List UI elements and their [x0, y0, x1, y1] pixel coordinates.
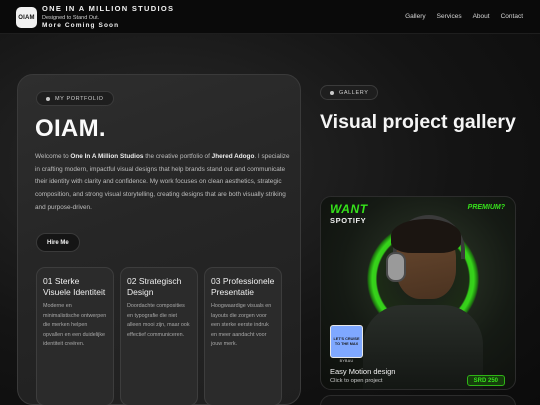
feature-title: 02 Strategisch Design: [127, 276, 182, 297]
intro-studio-name: One In A Million Studios: [70, 153, 144, 160]
intro-paragraph: Welcome to One In A Million Studios the …: [35, 151, 290, 215]
feature-title: 01 Sterke Visuele Identiteit: [43, 276, 106, 297]
poster-spotify-text: SPOTIFY: [330, 216, 367, 225]
badge-dot-icon: [46, 96, 50, 101]
poster-want-text: WANT: [330, 202, 368, 216]
badge-dot-icon: [330, 90, 334, 95]
main-nav: Gallery Services About Contact: [405, 13, 523, 20]
nav-contact[interactable]: Contact: [501, 13, 523, 20]
feature-description: Doordachte composities en typografie die…: [127, 303, 190, 338]
album-cover-graphic: LET'S CRUISE TO THE MAX: [330, 325, 363, 358]
portfolio-card: MY PORTFOLIO OIAM. Welcome to One In A M…: [17, 74, 301, 405]
hire-me-button[interactable]: Hire Me: [36, 233, 80, 252]
intro-mid: the creative portfolio of: [143, 153, 212, 160]
top-navigation-bar: OIAM ONE IN A MILLION STUDIOS Designed t…: [0, 0, 540, 34]
headphone-icon: [386, 252, 406, 282]
gallery-badge: GALLERY: [320, 85, 379, 100]
portfolio-badge-label: MY PORTFOLIO: [55, 95, 104, 102]
brand-block: ONE IN A MILLION STUDIOS Designed to Sta…: [42, 5, 174, 30]
brand-title: ONE IN A MILLION STUDIOS: [42, 4, 175, 13]
gallery-next-card[interactable]: [320, 395, 516, 405]
price-badge: SRD 250: [466, 375, 505, 386]
portrait-hair-graphic: [391, 219, 461, 253]
gallery-project-card[interactable]: WANT SPOTIFY PREMIUM? LET'S CRUISE TO TH…: [320, 196, 516, 390]
portfolio-badge: MY PORTFOLIO: [36, 91, 114, 106]
feature-card-presentation: 03 Professionele Presentatie Hoogwaardig…: [204, 267, 282, 405]
studio-logo[interactable]: OIAM: [16, 7, 37, 28]
project-name: Easy Motion design: [330, 367, 396, 376]
feature-description: Moderne en minimalistische ontwerpen die…: [43, 303, 107, 347]
nav-about[interactable]: About: [473, 13, 490, 20]
intro-prefix: Welcome to: [35, 153, 71, 160]
gallery-title: Visual project gallery: [320, 111, 516, 133]
nav-gallery[interactable]: Gallery: [405, 13, 426, 20]
open-project-hint[interactable]: Click to open project: [330, 378, 383, 384]
feature-description: Hoogwaardige visuals en layouts die zorg…: [211, 303, 272, 347]
feature-card-strategy: 02 Strategisch Design Doordachte composi…: [120, 267, 198, 405]
gallery-badge-label: GALLERY: [339, 89, 369, 96]
intro-designer-name: Jhered Adogo: [211, 153, 255, 160]
brand-tagline: Designed to Stand Out.: [42, 14, 100, 21]
feature-card-identity: 01 Sterke Visuele Identiteit Moderne en …: [36, 267, 114, 405]
intro-rest: . I specialize in crafting modern, impac…: [35, 153, 290, 211]
feature-title: 03 Professionele Presentatie: [211, 276, 275, 297]
poster-premium-text: PREMIUM?: [467, 204, 505, 211]
nav-services[interactable]: Services: [437, 13, 462, 20]
portfolio-heading: OIAM.: [35, 115, 106, 142]
album-cover-caption: BYBAU: [339, 359, 354, 363]
coming-soon-label: More Coming Soon: [42, 22, 120, 29]
